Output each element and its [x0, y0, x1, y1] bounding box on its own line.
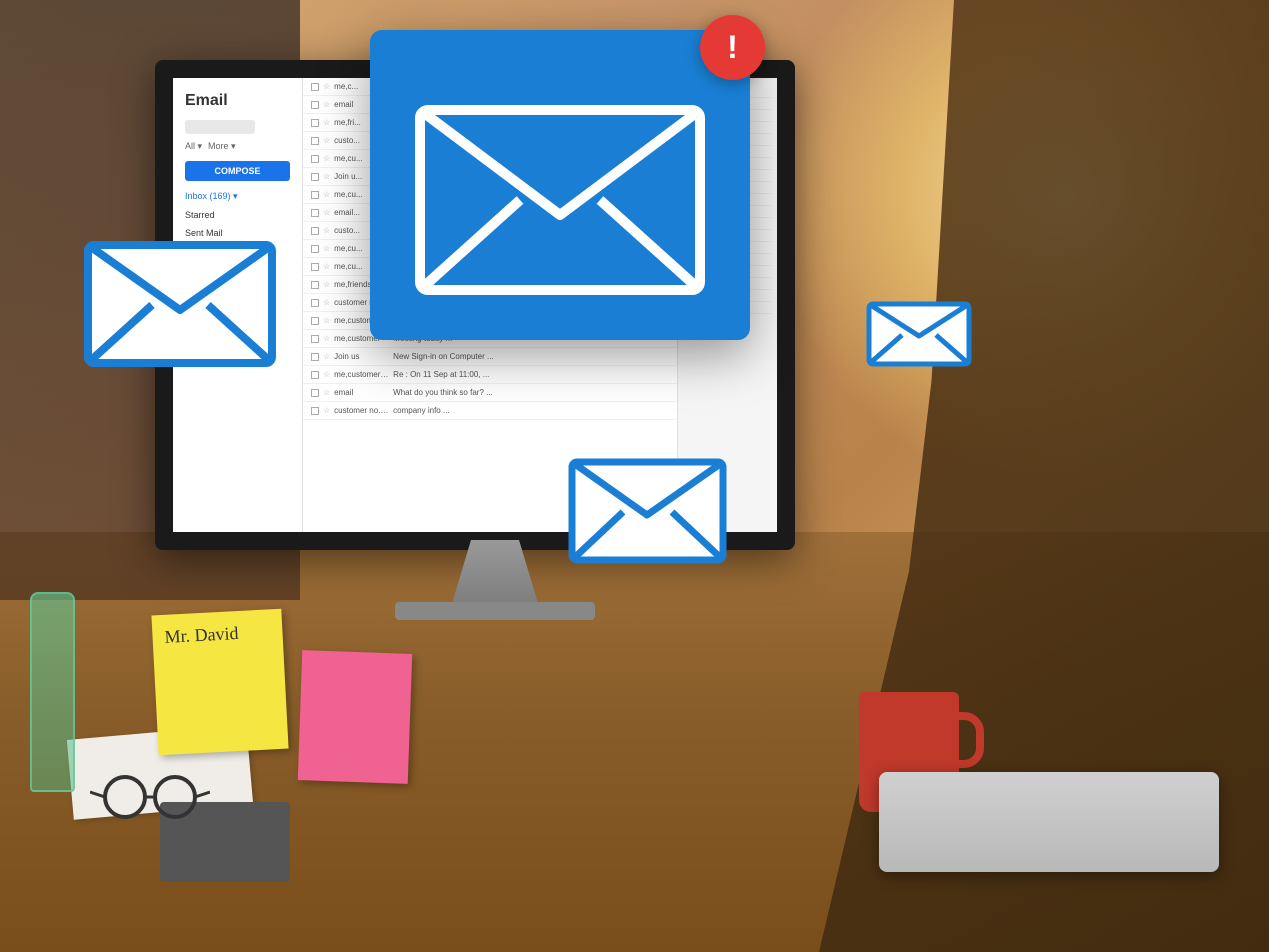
large-envelope-icon	[410, 70, 710, 300]
on-label: On	[410, 370, 421, 379]
sticky-yellow-text: Mr. David	[164, 623, 239, 647]
small-envelope-left-icon	[80, 220, 280, 370]
keyboard	[879, 772, 1219, 872]
water-bottle	[30, 592, 75, 792]
email-row[interactable]: ☆customer no.celcompany info ...	[303, 402, 677, 420]
sticky-note-yellow: Mr. David	[151, 609, 288, 756]
sticky-note-pink	[298, 650, 412, 784]
notification-icon: !	[727, 29, 738, 66]
filter-all[interactable]: All ▾	[185, 141, 202, 152]
notification-badge: !	[700, 15, 765, 80]
large-envelope: !	[370, 30, 750, 340]
filter-more[interactable]: More ▾	[208, 141, 236, 152]
email-filters: All ▾ More ▾	[173, 138, 302, 155]
monitor-base	[395, 602, 595, 620]
small-envelope-right-icon	[864, 290, 974, 370]
email-row[interactable]: ☆me,customer (1)Re : On 11 Sep at 11:00,…	[303, 366, 677, 384]
small-envelope-mid	[565, 440, 730, 570]
glasses	[90, 772, 210, 822]
small-envelope-mid-icon	[565, 440, 730, 570]
email-row[interactable]: ☆Join usNew Sign-in on Computer ...	[303, 348, 677, 366]
small-envelope-right	[864, 290, 974, 370]
small-envelope-left	[80, 220, 280, 370]
email-row[interactable]: ☆emailWhat do you think so far? ...	[303, 384, 677, 402]
email-search-bar[interactable]	[185, 120, 255, 134]
email-title: Email	[173, 86, 302, 116]
compose-button[interactable]: COMPOSE	[185, 161, 290, 181]
sidebar-item-inbox[interactable]: Inbox (169) ▾	[173, 187, 302, 206]
